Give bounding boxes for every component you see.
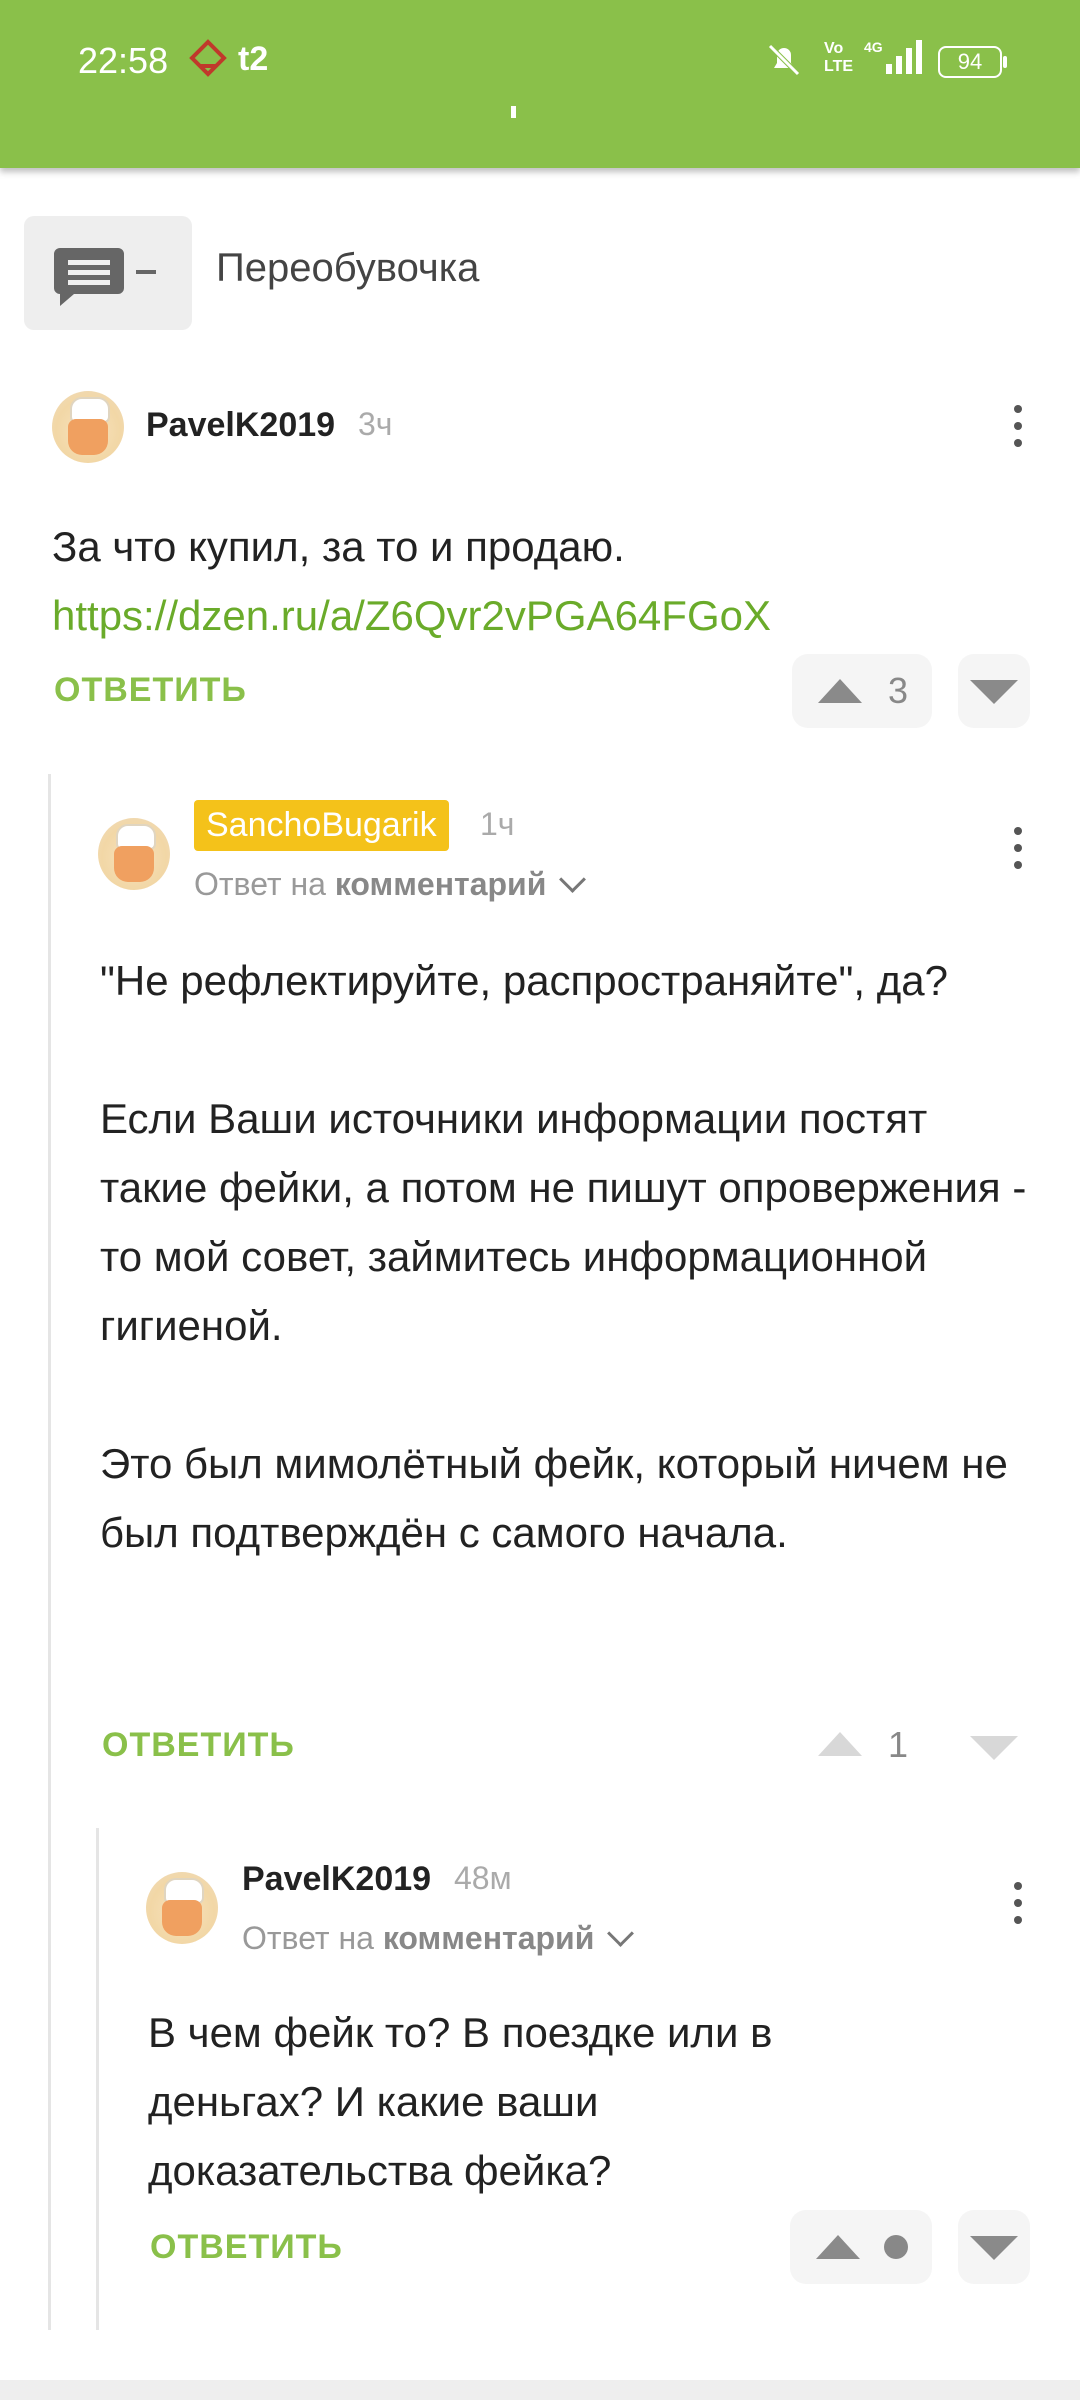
more-options-icon[interactable] xyxy=(1014,1882,1024,1933)
reply-to-prefix: Ответ на xyxy=(194,866,326,902)
svg-text:4G: 4G xyxy=(864,39,883,55)
rating-hidden-dot xyxy=(884,2235,908,2259)
downvote-icon[interactable] xyxy=(970,1736,1018,1760)
comment-text: За что купил, за то и продаю. https://dz… xyxy=(52,512,1032,650)
upvote-icon[interactable] xyxy=(816,2235,860,2259)
reply-to-target: комментарий xyxy=(382,1920,595,1956)
comment-paragraph: "Не рефлектируйте, распространяйте", да? xyxy=(100,957,948,1004)
comment-author[interactable]: PavelK2019 xyxy=(242,1860,431,1899)
upvote-icon[interactable] xyxy=(818,679,862,703)
downvote-box[interactable] xyxy=(958,2210,1030,2284)
comment-time: 3ч xyxy=(358,406,393,442)
reply-to-info[interactable]: Ответ на комментарий xyxy=(194,866,587,903)
comment-link[interactable]: https://dzen.ru/a/Z6Qvr2vPGA64FGoX xyxy=(52,581,1032,650)
status-bar: 22:58 t2 Vo LTE 4G 94 xyxy=(0,0,1080,168)
thread-line xyxy=(96,1828,99,2330)
reply-button[interactable]: ОТВЕТИТЬ xyxy=(54,671,247,710)
comment-paragraph: Это был мимолётный фейк, который ничем н… xyxy=(100,1440,1008,1556)
clock: 22:58 xyxy=(78,40,169,81)
bottom-divider xyxy=(0,2380,1080,2400)
comment-author-badge[interactable]: SanchoBugarik xyxy=(194,800,449,851)
comment-text-line: За что купил, за то и продаю. xyxy=(52,523,625,570)
downvote-icon[interactable] xyxy=(970,2236,1018,2260)
comment-time: 48м xyxy=(454,1860,512,1896)
reply-button[interactable]: ОТВЕТИТЬ xyxy=(150,2228,343,2267)
comment-paragraph: Если Ваши источники информации постят та… xyxy=(100,1095,1027,1349)
upvote-icon[interactable] xyxy=(818,1732,862,1756)
mute-icon xyxy=(764,40,804,88)
comment-time: 1ч xyxy=(480,806,515,842)
carrier-label: t2 xyxy=(238,40,269,78)
vote-box xyxy=(790,2210,932,2284)
avatar[interactable] xyxy=(52,391,124,463)
comment-text: В чем фейк то? В поездке или в деньгах? … xyxy=(148,2009,773,2194)
downvote-box[interactable] xyxy=(958,654,1030,728)
comment-author[interactable]: PavelK2019 xyxy=(146,406,335,445)
comments-icon[interactable] xyxy=(24,216,192,330)
reply-button[interactable]: ОТВЕТИТЬ xyxy=(102,1726,295,1765)
downvote-icon[interactable] xyxy=(970,680,1018,704)
more-options-icon[interactable] xyxy=(1014,405,1024,456)
avatar[interactable] xyxy=(146,1872,218,1944)
avatar[interactable] xyxy=(98,818,170,890)
thread-line xyxy=(48,774,51,2330)
vote-box: 3 xyxy=(792,654,932,728)
rating-value: 1 xyxy=(888,1724,909,1765)
reply-to-info[interactable]: Ответ на комментарий xyxy=(242,1920,635,1957)
rating-value: 3 xyxy=(888,670,909,711)
reply-to-target: комментарий xyxy=(334,866,547,902)
more-options-icon[interactable] xyxy=(1014,827,1024,878)
app-notification-icon xyxy=(188,38,228,86)
post-title[interactable]: Переобувочка xyxy=(216,246,479,291)
signal-4g-icon: 4G xyxy=(864,38,926,86)
comment-text: "Не рефлектируйте, распространяйте", да?… xyxy=(100,946,1040,1567)
chevron-down-icon xyxy=(607,1920,635,1947)
battery-indicator: 94 xyxy=(938,46,1007,78)
volte-icon: Vo LTE xyxy=(824,40,854,75)
notch-indicator xyxy=(511,106,516,118)
reply-to-prefix: Ответ на xyxy=(242,1920,374,1956)
chevron-down-icon xyxy=(559,866,587,893)
